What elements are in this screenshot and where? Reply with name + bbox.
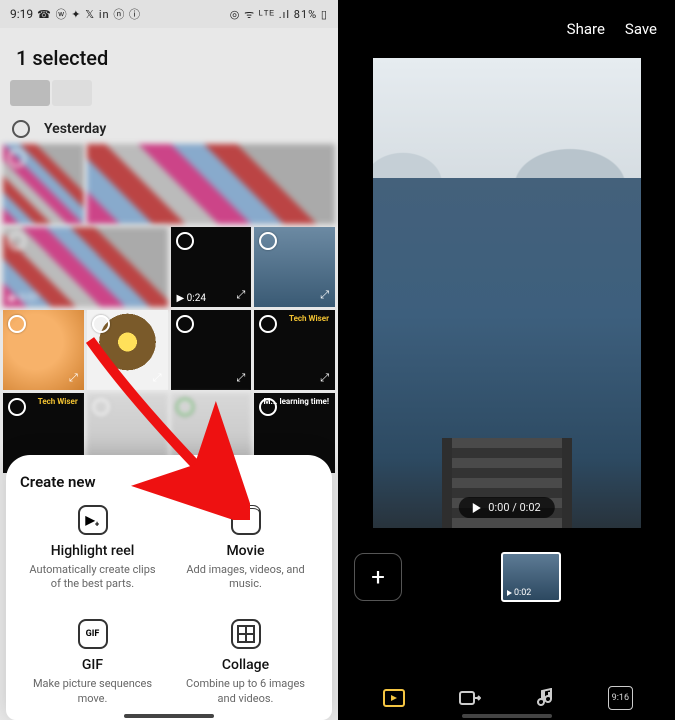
- pinned-thumbnails: [0, 80, 338, 114]
- select-all-circle-icon[interactable]: [12, 120, 30, 138]
- option-gif[interactable]: GIF GIF Make picture sequences move.: [20, 619, 165, 706]
- grid-thumb[interactable]: ⤢: [254, 227, 335, 307]
- select-circle-icon[interactable]: [8, 398, 26, 416]
- option-desc: Automatically create clips of the best p…: [24, 563, 161, 592]
- video-play-control[interactable]: 0:00 / 0:02: [458, 497, 554, 518]
- select-circle-icon[interactable]: [8, 315, 26, 333]
- clip-duration: 0:02: [507, 588, 531, 598]
- pinned-thumb[interactable]: [52, 80, 92, 106]
- editor-toolbar: 9:16: [338, 686, 675, 710]
- expand-icon: ⤢: [236, 288, 245, 302]
- grid-thumb[interactable]: [3, 144, 84, 224]
- select-circle-icon[interactable]: [92, 315, 110, 333]
- expand-icon: ⤢: [69, 371, 78, 385]
- sheet-title: Create new: [20, 473, 318, 491]
- select-circle-icon[interactable]: [259, 315, 277, 333]
- share-button[interactable]: Share: [567, 20, 605, 38]
- play-icon: [507, 590, 512, 596]
- select-circle-icon[interactable]: [259, 232, 277, 250]
- section-label: Yesterday: [44, 121, 106, 137]
- expand-icon: ⤢: [153, 371, 162, 385]
- option-desc: Add images, videos, and music.: [177, 563, 314, 592]
- video-time: 0:00 / 0:02: [488, 501, 540, 514]
- tool-transition-button[interactable]: [456, 686, 484, 710]
- highlight-reel-icon: ▶₊: [78, 505, 108, 535]
- photo-grid: ▶ 0:57 ▶ 0:24 ⤢ ⤢ ⤢ ⤢ ⤢ Tech Wiser ⤢: [0, 144, 338, 473]
- option-title: Movie: [177, 543, 314, 559]
- grid-thumb[interactable]: Tech Wiser ⤢: [254, 310, 335, 390]
- status-left-icons: ☎ ⓦ ✦ 𝕏 in ⓝ ⓘ: [37, 6, 141, 22]
- video-preview[interactable]: 0:00 / 0:02: [373, 58, 641, 528]
- pinned-thumb[interactable]: [10, 80, 50, 106]
- option-title: GIF: [24, 657, 161, 673]
- option-title: Highlight reel: [24, 543, 161, 559]
- gif-icon: GIF: [78, 619, 108, 649]
- select-circle-icon[interactable]: [176, 398, 194, 416]
- select-circle-icon[interactable]: [8, 149, 26, 167]
- option-desc: Combine up to 6 images and videos.: [177, 677, 314, 706]
- grid-thumb[interactable]: ▶ 0:57: [3, 227, 168, 307]
- option-highlight-reel[interactable]: ▶₊ Highlight reel Automatically create c…: [20, 505, 165, 592]
- expand-icon: ⤢: [320, 288, 329, 302]
- select-circle-icon[interactable]: [92, 398, 110, 416]
- option-title: Collage: [177, 657, 314, 673]
- tool-clips-button[interactable]: [380, 686, 408, 710]
- tool-music-button[interactable]: [532, 686, 560, 710]
- grid-thumb[interactable]: ⤢: [171, 310, 252, 390]
- movie-icon: [231, 505, 261, 535]
- expand-icon: ⤢: [236, 371, 245, 385]
- grid-thumb[interactable]: ▶ 0:24 ⤢: [171, 227, 252, 307]
- preview-image-mountains: [373, 58, 641, 178]
- tool-aspect-button[interactable]: 9:16: [608, 686, 633, 710]
- thumb-caption: M... learning time!: [264, 397, 329, 406]
- status-time: 9:19: [10, 7, 33, 21]
- nav-gesture-bar: [462, 714, 552, 718]
- select-circle-icon[interactable]: [176, 232, 194, 250]
- select-circle-icon[interactable]: [8, 232, 26, 250]
- status-bar: 9:19 ☎ ⓦ ✦ 𝕏 in ⓝ ⓘ ◎ ᯤ ᴸᵀᴱ .ıl 81% ▯: [0, 0, 338, 28]
- grid-thumb[interactable]: ⤢: [3, 310, 84, 390]
- thumb-caption: Tech Wiser: [38, 397, 78, 406]
- status-right-icons: ◎ ᯤ ᴸᵀᴱ .ıl 81% ▯: [230, 7, 328, 22]
- grid-thumb[interactable]: [87, 144, 335, 224]
- option-collage[interactable]: Collage Combine up to 6 images and video…: [173, 619, 318, 706]
- option-movie[interactable]: Movie Add images, videos, and music.: [173, 505, 318, 592]
- thumb-caption: Tech Wiser: [289, 314, 329, 323]
- expand-icon: ⤢: [320, 371, 329, 385]
- play-icon: [472, 503, 480, 513]
- collage-icon: [231, 619, 261, 649]
- timeline-strip: + 0:02: [338, 552, 675, 602]
- nav-gesture-bar: [124, 714, 214, 718]
- date-section-header[interactable]: Yesterday: [0, 114, 338, 144]
- video-duration: ▶ 0:57: [9, 293, 38, 304]
- add-clip-button[interactable]: +: [354, 553, 402, 601]
- page-title: 1 selected: [0, 28, 338, 80]
- option-desc: Make picture sequences move.: [24, 677, 161, 706]
- video-duration: ▶ 0:24: [177, 293, 206, 304]
- select-circle-icon[interactable]: [176, 315, 194, 333]
- create-new-sheet: Create new ▶₊ Highlight reel Automatical…: [6, 455, 332, 720]
- grid-thumb[interactable]: ⤢: [87, 310, 168, 390]
- save-button[interactable]: Save: [625, 20, 657, 38]
- timeline-clip[interactable]: 0:02: [501, 552, 561, 602]
